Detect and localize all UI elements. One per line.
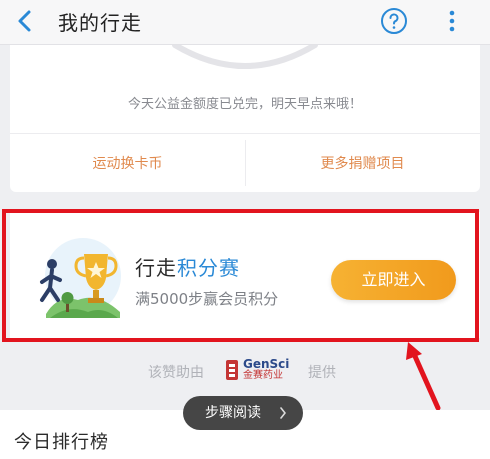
divider [10, 133, 480, 134]
top-app-bar: 我的行走 [0, 0, 490, 45]
contest-title-highlight: 积分赛 [177, 256, 240, 280]
quota-notice: 今天公益金额度已兑完，明天早点来哦！ [127, 97, 362, 112]
progress-ring-arc [172, 45, 318, 69]
page-title: 我的行走 [58, 11, 142, 35]
sponsor-logo-cn: 金赛药业 [243, 370, 283, 381]
trophy-runner-illustration [40, 238, 121, 318]
gensci-logo-icon [226, 360, 238, 380]
step-reading-button[interactable]: 步骤阅读 [183, 396, 303, 430]
more-donation-projects-link[interactable]: 更多捐赠项目 [245, 153, 480, 173]
step-reading-label: 步骤阅读 [205, 405, 261, 421]
exchange-coins-link[interactable]: 运动换卡币 [10, 153, 245, 173]
walking-contest-card[interactable]: 行走积分赛 满5000步赢会员积分 立即进入 [10, 212, 480, 338]
charity-card: 今天公益金额度已兑完，明天早点来哦！ 运动换卡币 更多捐赠项目 [10, 45, 480, 192]
back-arrow-icon[interactable] [12, 7, 38, 35]
ranking-title: 今日排行榜 [14, 432, 109, 453]
sponsor-logo-en: GenSci [243, 357, 290, 371]
sponsor-prefix: 该赞助由 [148, 365, 204, 381]
contest-title: 行走积分赛 [135, 252, 240, 281]
sponsor-suffix: 提供 [308, 365, 336, 381]
contest-title-plain: 行走 [135, 256, 177, 280]
sponsor-logo-text: GenSci 金赛药业 [243, 358, 289, 382]
more-options-icon[interactable] [440, 7, 464, 35]
help-icon[interactable] [380, 7, 408, 35]
enter-now-button[interactable]: 立即进入 [331, 260, 456, 300]
chevron-right-icon [280, 407, 286, 419]
contest-subtitle: 满5000步赢会员积分 [135, 290, 279, 308]
red-annotation-arrow-icon [406, 342, 441, 411]
